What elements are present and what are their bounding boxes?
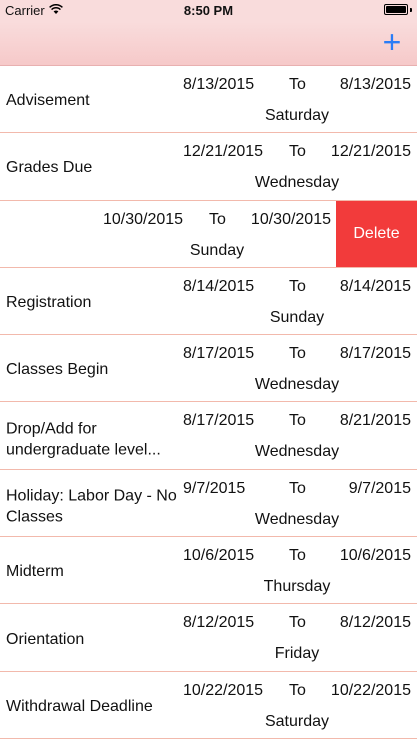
event-name: Withdrawal Deadline (6, 697, 153, 715)
event-name: Holiday: Labor Day - No Classes (6, 487, 177, 526)
day-of-week: Friday (274, 645, 320, 663)
start-date: 8/13/2015 (183, 76, 255, 93)
events-list: Advisement 8/13/2015 To 8/13/2015 Saturday Gr… (0, 66, 417, 739)
list-item[interactable]: 10/30/2015 To 10/30/2015 Sunday Delete (0, 200, 417, 268)
to-label: To (289, 547, 306, 565)
event-name: Advisement (6, 92, 90, 110)
to-label: To (289, 345, 306, 363)
list-item[interactable]: Drop/Add for undergraduate level... 8/17/… (0, 402, 417, 470)
start-date: 8/14/2015 (183, 277, 255, 295)
row-content[interactable]: Grades Due 12/21/2015 To 12/21/2015 Wednesda… (0, 133, 417, 199)
day-of-week: Saturday (264, 712, 330, 730)
end-date: 8/14/2015 (339, 277, 411, 295)
day-of-week: Sunday (269, 308, 325, 326)
row-content[interactable]: Orientation 8/12/2015 To 8/12/2015 Friday (0, 604, 417, 670)
end-date: 10/30/2015 (250, 210, 331, 228)
row-content[interactable]: Drop/Add for undergraduate level... 8/17/… (0, 402, 417, 468)
start-date: 9/7/2015 (183, 479, 246, 497)
row-content[interactable]: Withdrawal Deadline 10/22/2015 To 10/22/201… (0, 672, 417, 738)
list-item[interactable]: Classes Begin 8/17/2015 To 8/17/2015 Wednesd… (0, 335, 417, 403)
delete-button[interactable]: Delete (336, 200, 417, 267)
to-label: To (289, 277, 306, 295)
event-name: Midterm (6, 563, 64, 581)
end-date: 12/21/2015 (330, 143, 411, 161)
battery-tip (410, 7, 412, 12)
end-date: 8/17/2015 (339, 345, 411, 363)
plus-icon[interactable]: + (377, 26, 407, 58)
day-of-week: Wednesday (254, 510, 340, 528)
row-content[interactable]: Holiday: Labor Day - No Classes 9/7/2015 T… (0, 470, 417, 536)
to-label: To (289, 614, 306, 632)
start-date: 10/30/2015 (103, 210, 184, 228)
day-of-week: Wednesday (254, 174, 340, 192)
to-label: To (289, 143, 306, 161)
event-name: Registration (6, 294, 92, 312)
day-of-week: Wednesday (254, 443, 340, 461)
day-of-week: Thursday (263, 578, 331, 596)
list-item[interactable]: Advisement 8/13/2015 To 8/13/2015 Saturday (0, 66, 417, 134)
day-of-week: Wednesday (254, 376, 340, 394)
to-label: To (289, 76, 306, 93)
list-item[interactable]: Grades Due 12/21/2015 To 12/21/2015 Wednesda… (0, 133, 417, 201)
row-content[interactable]: Advisement 8/13/2015 To 8/13/2015 Saturday (0, 66, 417, 132)
battery-body (384, 4, 408, 15)
end-date: 9/7/2015 (348, 479, 411, 497)
end-date: 10/22/2015 (330, 681, 411, 699)
status-time: 8:50 PM (183, 3, 234, 18)
end-date: 8/13/2015 (339, 76, 411, 93)
list-item[interactable]: Withdrawal Deadline 10/22/2015 To 10/22/201… (0, 672, 417, 739)
event-name: Grades Due (6, 159, 93, 177)
end-date: 8/21/2015 (339, 412, 411, 430)
end-date: 8/12/2015 (339, 614, 411, 632)
row-content[interactable]: Midterm 10/6/2015 To 10/6/2015 Thursday (0, 537, 417, 603)
start-date: 10/22/2015 (183, 681, 264, 699)
event-name: Drop/Add for undergraduate level... (6, 419, 161, 458)
day-of-week: Sunday (189, 241, 245, 259)
start-date: 8/17/2015 (183, 345, 255, 363)
status-bar: Carrier 8:50 PM (0, 0, 417, 22)
battery-level (386, 6, 406, 13)
list-item[interactable]: Registration 8/14/2015 To 8/14/2015 Sunday (0, 268, 417, 336)
end-date: 10/6/2015 (339, 547, 411, 565)
to-label: To (289, 681, 306, 699)
list-item[interactable]: Midterm 10/6/2015 To 10/6/2015 Thursday (0, 537, 417, 605)
event-name: Classes Begin (6, 361, 109, 379)
to-label: To (209, 210, 226, 228)
day-of-week: Saturday (264, 107, 330, 124)
row-content[interactable]: Registration 8/14/2015 To 8/14/2015 Sunday (0, 268, 417, 334)
start-date: 12/21/2015 (183, 143, 264, 161)
row-content[interactable]: 10/30/2015 To 10/30/2015 Sunday (0, 201, 337, 267)
list-item[interactable]: Holiday: Labor Day - No Classes 9/7/2015 T… (0, 470, 417, 538)
start-date: 8/12/2015 (183, 614, 255, 632)
row-content[interactable]: Classes Begin 8/17/2015 To 8/17/2015 Wednesd… (0, 335, 417, 401)
start-date: 8/17/2015 (183, 412, 255, 430)
list-item[interactable]: Orientation 8/12/2015 To 8/12/2015 Friday (0, 604, 417, 672)
event-name: Orientation (6, 630, 85, 648)
start-date: 10/6/2015 (183, 547, 255, 565)
navigation-bar: + (0, 22, 417, 66)
to-label: To (289, 479, 306, 497)
to-label: To (289, 412, 306, 430)
battery-icon (384, 4, 412, 15)
